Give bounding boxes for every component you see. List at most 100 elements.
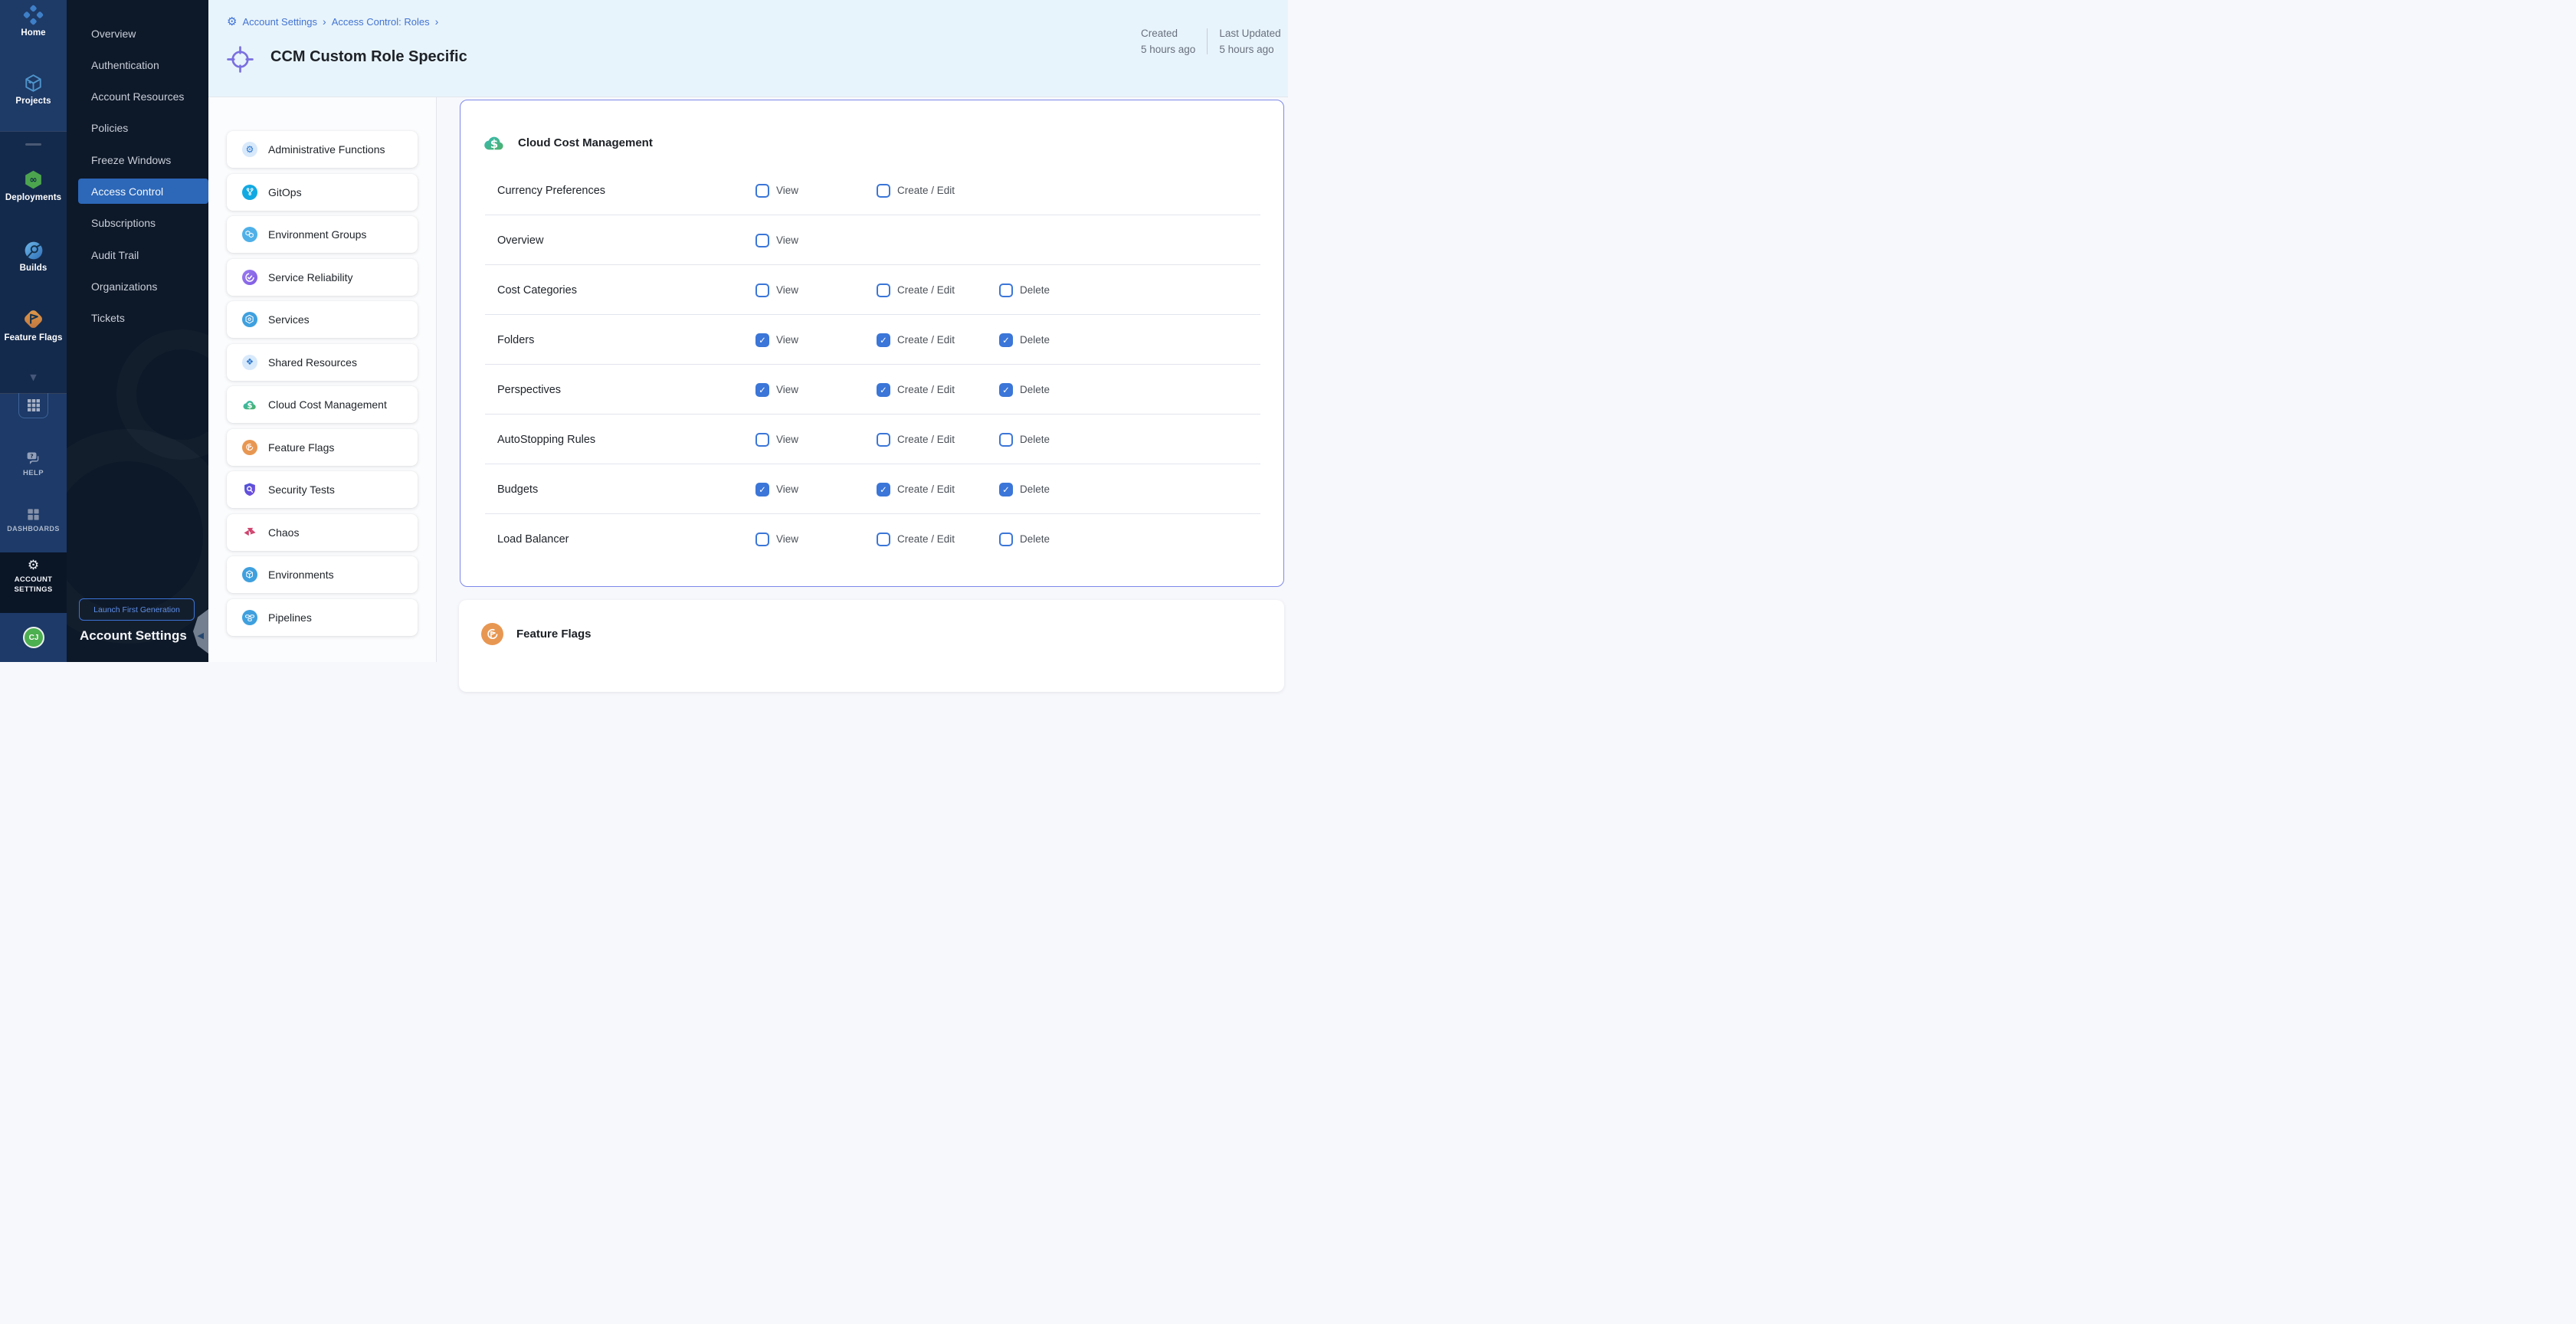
cube-circle-icon [242, 567, 257, 582]
launch-first-generation-button[interactable]: Launch First Generation [79, 598, 195, 621]
rail-item-dashboards[interactable]: DASHBOARDS [0, 507, 67, 533]
subnav-item-authentication[interactable]: Authentication [78, 52, 208, 77]
category-card-services[interactable]: Services [227, 301, 418, 338]
category-card-pipelines[interactable]: Pipelines [227, 599, 418, 636]
permission-delete[interactable]: Delete [999, 483, 1050, 496]
checkbox-unchecked[interactable] [877, 433, 890, 447]
permission-view[interactable]: View [755, 433, 798, 447]
collapse-sidebar-icon[interactable]: ◀ [198, 631, 204, 641]
permission-label: View [776, 234, 798, 246]
rail-item-help[interactable]: ?HELP [0, 450, 67, 477]
subnav-item-policies[interactable]: Policies [78, 116, 208, 141]
checkbox-checked[interactable] [999, 483, 1013, 496]
checkbox-checked[interactable] [755, 333, 769, 347]
category-card-administrative-functions[interactable]: ⚙Administrative Functions [227, 131, 418, 168]
checkbox-checked[interactable] [877, 383, 890, 397]
permission-row-cost-categories: Cost CategoriesViewCreate / EditDelete [460, 265, 1283, 315]
module-selector-button[interactable] [18, 393, 48, 418]
svg-text:∞: ∞ [29, 175, 37, 185]
checkbox-checked[interactable] [999, 383, 1013, 397]
rail-item-builds[interactable]: Builds [0, 241, 67, 273]
permission-create-edit[interactable]: Create / Edit [877, 283, 955, 297]
rail-item-account-settings[interactable]: ⚙ ACCOUNT SETTINGS [0, 559, 67, 595]
permission-create-edit[interactable]: Create / Edit [877, 333, 955, 347]
permission-delete[interactable]: Delete [999, 283, 1050, 297]
user-avatar[interactable]: CJ [23, 627, 44, 648]
category-card-shared-resources[interactable]: ❖Shared Resources [227, 344, 418, 381]
permission-view[interactable]: View [755, 483, 798, 496]
category-card-cloud-cost-management[interactable]: $Cloud Cost Management [227, 386, 418, 423]
category-card-environments[interactable]: Environments [227, 556, 418, 593]
rail-item-home[interactable]: Home [0, 5, 67, 38]
checkbox-checked[interactable] [999, 333, 1013, 347]
permission-delete[interactable]: Delete [999, 433, 1050, 447]
rail-item-help-label: HELP [23, 469, 44, 477]
permission-delete[interactable]: Delete [999, 533, 1050, 546]
permission-row-overview: OverviewView [460, 215, 1283, 265]
subnav-item-label: Access Control [91, 185, 163, 198]
permission-row-label: Perspectives [497, 384, 561, 396]
checkbox-unchecked[interactable] [755, 184, 769, 198]
checkbox-checked[interactable] [755, 483, 769, 496]
subnav-item-overview[interactable]: Overview [78, 21, 208, 46]
rail-item-projects[interactable]: Projects [0, 73, 67, 106]
checkbox-checked[interactable] [877, 333, 890, 347]
rail-item-feature-flags[interactable]: Feature Flags [0, 308, 67, 342]
rail-item-projects-label: Projects [15, 97, 51, 106]
shared-diamond-icon: ❖ [242, 355, 257, 370]
subnav-item-organizations[interactable]: Organizations [78, 274, 208, 299]
checkbox-unchecked[interactable] [999, 433, 1013, 447]
permission-label: Delete [1020, 334, 1050, 346]
subnav-item-label: Audit Trail [91, 249, 139, 261]
breadcrumb-account-settings[interactable]: Account Settings [242, 16, 317, 28]
category-card-service-reliability[interactable]: Service Reliability [227, 259, 418, 296]
permission-view[interactable]: View [755, 283, 798, 297]
subnav-item-label: Overview [91, 28, 136, 40]
permission-create-edit[interactable]: Create / Edit [877, 533, 955, 546]
category-card-feature-flags[interactable]: Feature Flags [227, 429, 418, 466]
permission-view[interactable]: View [755, 333, 798, 347]
rail-item-deployments[interactable]: ∞Deployments [0, 169, 67, 202]
checkbox-unchecked[interactable] [999, 283, 1013, 297]
permission-create-edit[interactable]: Create / Edit [877, 483, 955, 496]
permission-create-edit[interactable]: Create / Edit [877, 383, 955, 397]
permission-create-edit[interactable]: Create / Edit [877, 433, 955, 447]
permission-view[interactable]: View [755, 234, 798, 247]
checkbox-checked[interactable] [877, 483, 890, 496]
checkbox-checked[interactable] [755, 383, 769, 397]
permission-row-label: Folders [497, 334, 534, 346]
subnav-list: Overview Authentication Account Resources P… [67, 21, 208, 337]
permission-label: Create / Edit [897, 434, 955, 445]
subnav-item-access-control[interactable]: Access Control [78, 179, 208, 204]
category-card-gitops[interactable]: GitOps [227, 174, 418, 211]
checkbox-unchecked[interactable] [755, 433, 769, 447]
permission-delete[interactable]: Delete [999, 383, 1050, 397]
checkbox-unchecked[interactable] [999, 533, 1013, 546]
subnav-item-label: Authentication [91, 59, 159, 71]
permission-view[interactable]: View [755, 533, 798, 546]
subnav-item-tickets[interactable]: Tickets [78, 306, 208, 331]
checkbox-unchecked[interactable] [877, 283, 890, 297]
subnav-item-freeze-windows[interactable]: Freeze Windows [78, 147, 208, 172]
svg-text:$: $ [247, 402, 253, 411]
subnav-item-account-resources[interactable]: Account Resources [78, 84, 208, 110]
checkbox-unchecked[interactable] [755, 283, 769, 297]
breadcrumb-access-control-roles[interactable]: Access Control: Roles [332, 16, 430, 28]
subnav-item-audit-trail[interactable]: Audit Trail [78, 242, 208, 267]
rail-more-chevron-down-icon[interactable]: ▼ [0, 372, 67, 382]
permission-view[interactable]: View [755, 383, 798, 397]
permission-view[interactable]: View [755, 184, 798, 198]
permission-rows: Currency PreferencesViewCreate / EditOve… [460, 166, 1283, 564]
checkbox-unchecked[interactable] [877, 184, 890, 198]
category-card-chaos[interactable]: Chaos [227, 514, 418, 551]
permission-delete[interactable]: Delete [999, 333, 1050, 347]
category-card-environment-groups[interactable]: Environment Groups [227, 216, 418, 253]
checkbox-unchecked[interactable] [755, 533, 769, 546]
created-value: 5 hours ago [1141, 44, 1195, 55]
subnav-item-subscriptions[interactable]: Subscriptions [78, 211, 208, 236]
permission-create-edit[interactable]: Create / Edit [877, 184, 955, 198]
checkbox-unchecked[interactable] [877, 533, 890, 546]
category-card-security-tests[interactable]: Security Tests [227, 471, 418, 508]
subnav-item-label: Organizations [91, 280, 157, 293]
checkbox-unchecked[interactable] [755, 234, 769, 247]
